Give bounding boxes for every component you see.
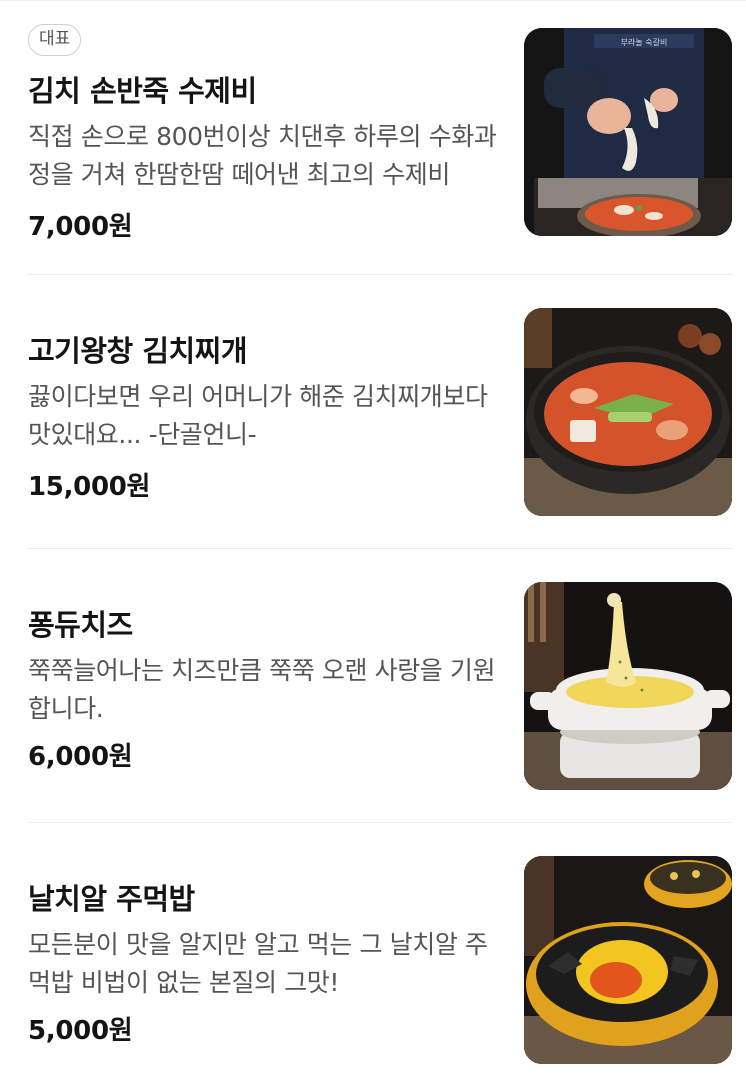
divider bbox=[28, 548, 732, 549]
sujebi-photo-illustration: 부라놀 숙갈비 bbox=[524, 28, 732, 236]
menu-item-description: 직접 손으로 800번이상 치댄후 하루의 수화과정을 거쳐 한땀한땀 떼어낸 … bbox=[28, 122, 497, 189]
menu-item-cheese-fondue[interactable]: 퐁듀치즈 쭉쭉늘어나는 치즈만큼 쭉쭉 오랜 사랑을 기원합니다. 6,000원 bbox=[28, 582, 732, 822]
cheese-fondue-photo[interactable] bbox=[524, 582, 732, 790]
menu-item-price: 7,000원 bbox=[28, 212, 133, 242]
menu-item-description: 모든분이 맛을 알지만 알고 먹는 그 날치알 주먹밥 비법이 없는 본질의 그… bbox=[28, 930, 488, 997]
kimchi-stew-photo[interactable] bbox=[524, 308, 732, 516]
svg-text:부라놀 숙갈비: 부라놀 숙갈비 bbox=[621, 38, 668, 47]
divider bbox=[28, 274, 732, 275]
menu-item-name: 고기왕창 김치찌개 bbox=[28, 334, 248, 368]
cheese-fondue-photo-illustration bbox=[524, 582, 732, 790]
menu-item-roe-rice[interactable]: 날치알 주먹밥 모든분이 맛을 알지만 알고 먹는 그 날치알 주먹밥 비법이 … bbox=[28, 856, 732, 1080]
kimchi-stew-photo-illustration bbox=[524, 308, 732, 516]
signature-badge: 대표 bbox=[28, 24, 82, 56]
flying-fish-roe-rice-photo[interactable] bbox=[524, 856, 732, 1064]
menu-item-description: 쭉쭉늘어나는 치즈만큼 쭉쭉 오랜 사랑을 기원합니다. bbox=[28, 656, 496, 723]
menu-item-kimchi-stew[interactable]: 고기왕창 김치찌개 끓이다보면 우리 어머니가 해준 김치찌개보다 맛있대요..… bbox=[28, 308, 732, 548]
menu-item-price: 6,000원 bbox=[28, 742, 133, 772]
menu-item-name: 퐁듀치즈 bbox=[28, 608, 133, 642]
menu-item-sujebi[interactable]: 대표 김치 손반죽 수제비 직접 손으로 800번이상 치댄후 하루의 수화과정… bbox=[28, 24, 732, 268]
menu-item-price: 15,000원 bbox=[28, 472, 151, 502]
divider bbox=[28, 822, 732, 823]
menu-item-description: 끓이다보면 우리 어머니가 해준 김치찌개보다 맛있대요... -단골언니- bbox=[28, 382, 488, 449]
menu-item-price: 5,000원 bbox=[28, 1016, 133, 1046]
top-border bbox=[0, 0, 746, 1]
menu-item-name: 김치 손반죽 수제비 bbox=[28, 74, 257, 108]
roe-rice-photo-illustration bbox=[524, 856, 732, 1064]
menu-item-name: 날치알 주먹밥 bbox=[28, 882, 195, 916]
sujebi-photo[interactable]: 부라놀 숙갈비 bbox=[524, 28, 732, 236]
